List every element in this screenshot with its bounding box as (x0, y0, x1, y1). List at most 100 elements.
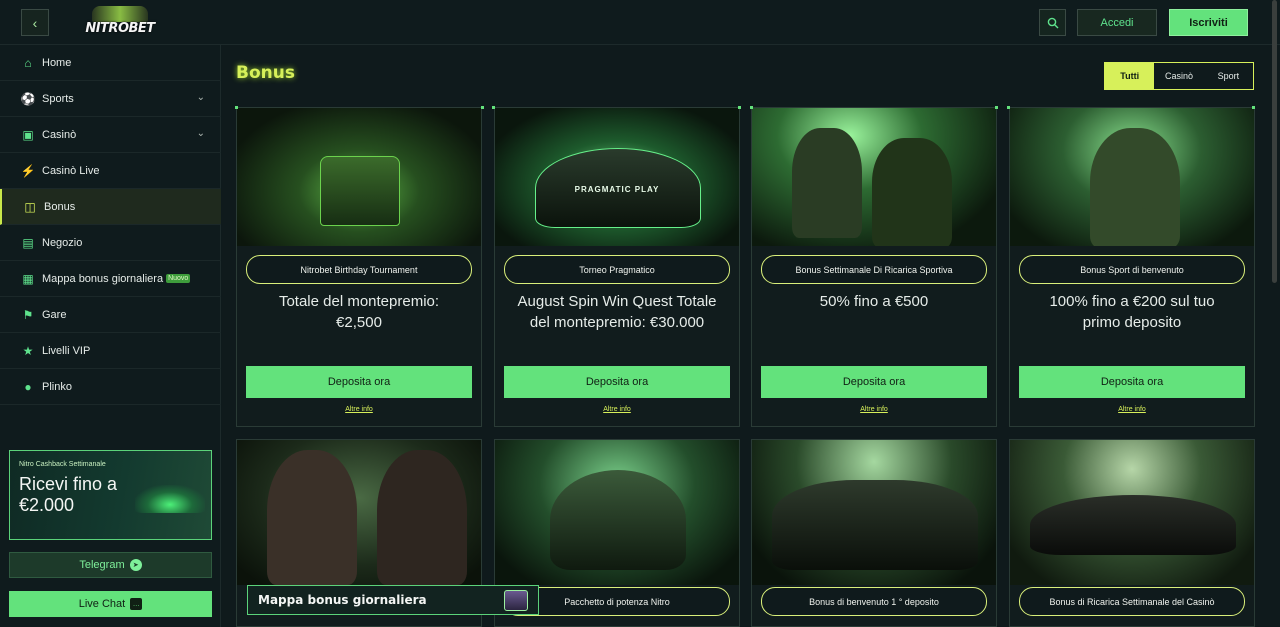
promo-text: Ricevi fino a €2.000 (19, 474, 118, 515)
logo-text: NITROBET (85, 21, 155, 36)
sidebar-item-label: Sports (42, 92, 74, 105)
bonus-description: August Spin Win Quest Totale del montepr… (517, 293, 717, 331)
register-button[interactable]: Iscriviti (1169, 9, 1248, 36)
sidebar-item-label: Home (42, 56, 72, 69)
top-bar: ‹ NITROBET Accedi Iscriviti (0, 0, 1280, 45)
car-shape (772, 480, 978, 570)
filter-casino[interactable]: Casinò (1154, 63, 1203, 89)
chevron-down-icon[interactable]: ⌄ (197, 92, 205, 103)
bonus-card: Bonus di benvenuto 1 ° deposito (751, 439, 997, 627)
live-chat-button[interactable]: Live Chat … (9, 591, 212, 617)
bonus-description: Totale del montepremio: €2,500 (278, 293, 440, 331)
login-button[interactable]: Accedi (1077, 9, 1157, 36)
main-content: Bonus Tutti Casinò Sport Nitrobet Birthd… (222, 45, 1268, 627)
card-corner-marker (1252, 106, 1255, 109)
bonus-tag: Nitrobet Birthday Tournament (246, 255, 472, 284)
telegram-icon: ➤ (129, 559, 142, 571)
card-corner-marker (235, 106, 238, 109)
race-car-image: PRAGMATIC PLAY (495, 108, 739, 246)
treasure-chest-icon (504, 590, 528, 611)
scrollbar-thumb[interactable] (1272, 0, 1277, 283)
card-corner-marker (481, 106, 484, 109)
bonus-tag: Bonus di benvenuto 1 ° deposito (761, 587, 987, 616)
chat-icon: … (130, 598, 143, 610)
player-silhouette (267, 450, 357, 585)
more-info-link[interactable]: Altre info (1010, 406, 1254, 413)
sidebar-item-bonus[interactable]: ◫ Bonus (0, 189, 221, 225)
card-corner-marker (995, 106, 998, 109)
player-silhouette (792, 128, 862, 238)
collapse-sidebar-button[interactable]: ‹ (21, 9, 49, 36)
filter-sport[interactable]: Sport (1204, 63, 1253, 89)
sidebar: ⌂ Home ⚽ Sports ⌄ ▣ Casinò ⌄ ⚡ Casinò Li… (0, 45, 221, 627)
deposit-button[interactable]: Deposita ora (246, 366, 472, 398)
live-chat-label: Live Chat (78, 598, 126, 610)
sidebar-item-mappa-bonus[interactable]: ▦ Mappa bonus giornaliera Nuovo (0, 261, 221, 297)
telegram-label: Telegram (79, 559, 125, 571)
cart-icon: ▤ (22, 235, 34, 250)
bonus-tag: Torneo Pragmatico (504, 255, 730, 284)
category-filters: Tutti Casinò Sport (1104, 62, 1254, 90)
chevron-left-icon: ‹ (32, 14, 38, 31)
chevron-down-icon[interactable]: ⌄ (197, 128, 205, 139)
batmobile-image (1010, 440, 1254, 585)
bonus-card: Bonus Settimanale Di Ricarica Sportiva 5… (751, 107, 997, 427)
more-info-link[interactable]: Altre info (237, 406, 481, 413)
player-silhouette (1090, 128, 1180, 246)
daily-bonus-map-banner[interactable]: Mappa bonus giornaliera (247, 585, 539, 615)
sidebar-item-home[interactable]: ⌂ Home (0, 45, 221, 81)
sidebar-item-negozio[interactable]: ▤ Negozio (0, 225, 221, 261)
logo-helmet-graphic (92, 6, 148, 22)
card-corner-marker (492, 106, 495, 109)
search-button[interactable] (1039, 9, 1066, 36)
birthday-cake-image (237, 108, 481, 246)
celebrating-player-image (1010, 108, 1254, 246)
home-icon: ⌂ (24, 55, 32, 70)
sidebar-item-label: Bonus (44, 200, 76, 213)
deposit-button[interactable]: Deposita ora (761, 366, 987, 398)
bonus-card: Nitrobet Birthday Tournament Totale del … (236, 107, 482, 427)
search-icon (1047, 17, 1058, 28)
sidebar-item-casino-live[interactable]: ⚡ Casinò Live (0, 153, 221, 189)
player-silhouette (872, 138, 952, 246)
calendar-icon: ▦ (22, 271, 34, 286)
sidebar-item-label: Mappa bonus giornaliera (42, 272, 164, 285)
more-info-link[interactable]: Altre info (752, 406, 996, 413)
trophy-icon: ⚑ (22, 307, 34, 322)
car-shape (1030, 495, 1236, 555)
promo-title: Nitro Cashback Settimanale (19, 461, 106, 468)
car-shape (550, 470, 686, 570)
car-image (135, 485, 205, 513)
gift-icon: ◫ (24, 199, 36, 214)
bonus-tag: Bonus di Ricarica Settimanale del Casinò (1019, 587, 1245, 616)
bonus-description: 100% fino a €200 sul tuo primo deposito (1049, 293, 1215, 331)
more-info-link[interactable]: Altre info (495, 406, 739, 413)
cake-shape (320, 156, 400, 226)
gamepad-icon: ▣ (22, 127, 34, 142)
cashback-promo-banner[interactable]: Nitro Cashback Settimanale Ricevi fino a… (9, 450, 212, 540)
sidebar-item-livelli-vip[interactable]: ★ Livelli VIP (0, 333, 221, 369)
telegram-button[interactable]: Telegram ➤ (9, 552, 212, 578)
plinko-icon: ● (24, 379, 32, 394)
deposit-button[interactable]: Deposita ora (1019, 366, 1245, 398)
card-corner-marker (750, 106, 753, 109)
nitro-car-image (495, 440, 739, 585)
pragmatic-play-text: PRAGMATIC PLAY (574, 185, 660, 194)
sidebar-item-sports[interactable]: ⚽ Sports ⌄ (0, 81, 221, 117)
bonus-description: 50% fino a €500 (819, 293, 929, 310)
sidebar-item-label: Livelli VIP (42, 344, 91, 357)
logo[interactable]: NITROBET (84, 6, 156, 38)
bonus-card: PRAGMATIC PLAY Torneo Pragmatico August … (494, 107, 740, 427)
sidebar-item-label: Plinko (42, 380, 72, 393)
sidebar-item-gare[interactable]: ⚑ Gare (0, 297, 221, 333)
bonus-card: Bonus Sport di benvenuto 100% fino a €20… (1009, 107, 1255, 427)
filter-tutti[interactable]: Tutti (1105, 63, 1155, 89)
soccer-ball-icon: ⚽ (20, 91, 36, 106)
sidebar-item-plinko[interactable]: ● Plinko (0, 369, 221, 405)
page-title: Bonus (236, 63, 295, 83)
bonus-tag: Bonus Settimanale Di Ricarica Sportiva (761, 255, 987, 284)
sidebar-item-label: Negozio (42, 236, 83, 249)
sidebar-item-casino[interactable]: ▣ Casinò ⌄ (0, 117, 221, 153)
bonus-tag: Bonus Sport di benvenuto (1019, 255, 1245, 284)
deposit-button[interactable]: Deposita ora (504, 366, 730, 398)
